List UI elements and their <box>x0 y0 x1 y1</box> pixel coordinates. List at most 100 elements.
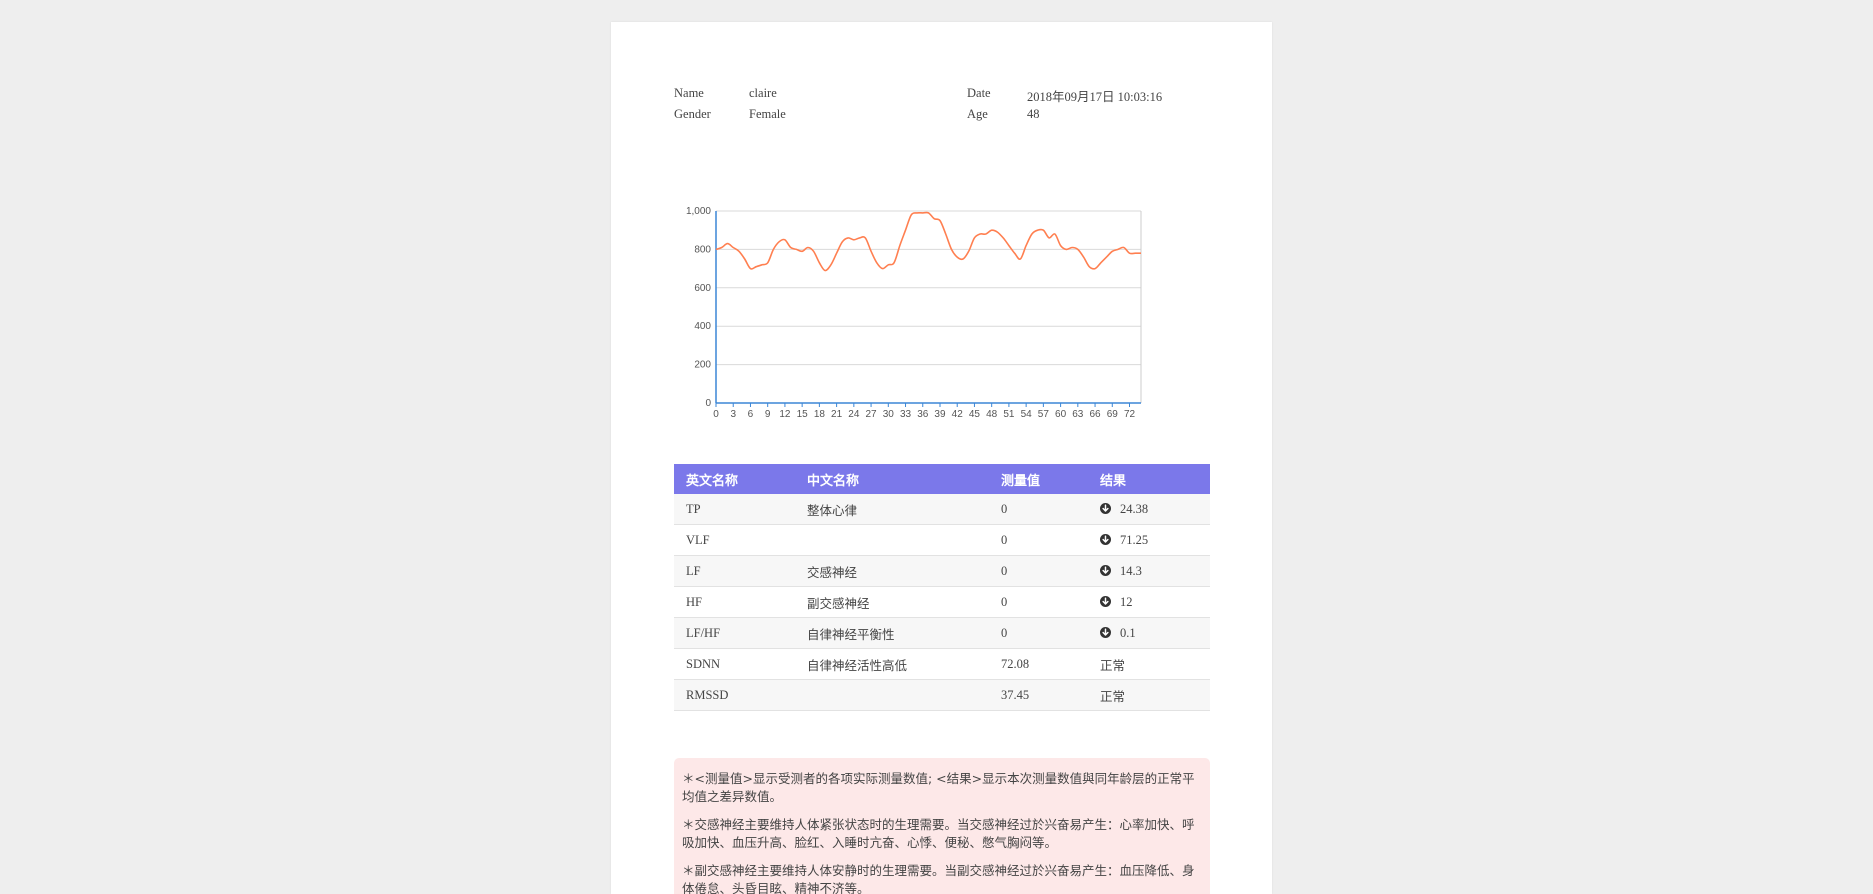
result-text: 正常 <box>1100 658 1126 673</box>
x-tick-label: 9 <box>765 409 771 420</box>
cell-measured-value: 0 <box>989 555 1088 587</box>
cell-measured-value: 0 <box>989 617 1088 649</box>
cell-en-name: SDNN <box>674 648 795 680</box>
note-sympathetic: ＊交感神经主要维持人体紧张状态时的生理需要。当交感神经过於兴奋易产生：心率加快、… <box>682 817 1195 850</box>
cell-result: 正常 <box>1088 679 1210 711</box>
table-row: LF 交感神经 0 14.3 <box>674 555 1210 587</box>
x-tick-label: 57 <box>1038 409 1050 420</box>
x-tick-label: 36 <box>917 409 929 420</box>
header-measured-value: 测量值 <box>989 464 1088 494</box>
arrow-down-circle-icon <box>1100 533 1111 545</box>
y-tick-label: 0 <box>705 398 711 409</box>
x-tick-label: 42 <box>952 409 964 420</box>
table-row: TP 整体心律 0 24.38 <box>674 494 1210 525</box>
arrow-down-circle-icon <box>1100 626 1111 638</box>
cell-result: 14.3 <box>1088 555 1210 587</box>
cell-cn-name <box>795 524 989 556</box>
header-cn-name: 中文名称 <box>795 464 989 494</box>
date-label: Date <box>967 86 991 100</box>
name-value: claire <box>749 86 777 100</box>
results-table: 英文名称 中文名称 测量值 结果 TP 整体心律 0 24.38 VLF 0 71.25 LF… <box>674 464 1210 711</box>
cell-en-name: RMSSD <box>674 679 795 711</box>
cell-result: 12 <box>1088 586 1210 618</box>
cell-measured-value: 37.45 <box>989 679 1088 711</box>
x-tick-label: 30 <box>883 409 895 420</box>
info-row-2: Gender Female Age 48 <box>674 107 1214 128</box>
cell-measured-value: 0 <box>989 586 1088 618</box>
result-text: 0.1 <box>1120 625 1136 640</box>
result-text: 正常 <box>1100 689 1126 704</box>
notes-box: ＊<测量值>显示受测者的各项实际测量数值; <结果>显示本次测量数值與同年龄层的… <box>674 758 1210 894</box>
cell-measured-value: 0 <box>989 524 1088 556</box>
x-tick-label: 60 <box>1055 409 1067 420</box>
table-header-row: 英文名称 中文名称 测量值 结果 <box>674 464 1210 494</box>
table-body: TP 整体心律 0 24.38 VLF 0 71.25 LF 交感神经 0 14.3 HF 副交感神经 0… <box>674 494 1210 711</box>
x-tick-label: 63 <box>1072 409 1084 420</box>
y-tick-label: 200 <box>694 360 711 371</box>
cell-cn-name: 整体心律 <box>795 494 989 525</box>
gender-label: Gender <box>674 107 711 121</box>
x-tick-label: 21 <box>831 409 843 420</box>
cell-result: 正常 <box>1088 648 1210 680</box>
x-tick-label: 18 <box>814 409 826 420</box>
x-tick-label: 15 <box>797 409 809 420</box>
table-row: RMSSD 37.45 正常 <box>674 679 1210 711</box>
hrv-line-chart: 0 200 400 600 800 1,000 0 3 6 9 12 15 18 21 24 27 30 33 36… <box>674 176 1204 436</box>
cell-result: 24.38 <box>1088 494 1210 525</box>
arrow-down-circle-icon <box>1100 564 1111 576</box>
result-text: 12 <box>1120 594 1133 609</box>
report-page: Name claire Date 2018年09月17日 10:03:16 Ge… <box>611 22 1272 894</box>
name-label: Name <box>674 86 704 100</box>
cell-measured-value: 72.08 <box>989 648 1088 680</box>
x-tick-label: 12 <box>779 409 791 420</box>
x-tick-label: 66 <box>1089 409 1101 420</box>
x-tick-label: 24 <box>848 409 860 420</box>
arrow-down-circle-icon <box>1100 502 1111 514</box>
arrow-down-circle-icon <box>1100 595 1111 607</box>
cell-result: 0.1 <box>1088 617 1210 649</box>
result-text: 71.25 <box>1120 532 1149 547</box>
y-tick-label: 1,000 <box>686 206 711 217</box>
table-row: LF/HF 自律神经平衡性 0 0.1 <box>674 617 1210 649</box>
x-tick-label: 0 <box>713 409 719 420</box>
cell-en-name: VLF <box>674 524 795 556</box>
cell-en-name: HF <box>674 586 795 618</box>
info-row-1: Name claire Date 2018年09月17日 10:03:16 <box>674 86 1214 107</box>
x-tick-label: 6 <box>748 409 754 420</box>
patient-info: Name claire Date 2018年09月17日 10:03:16 Ge… <box>674 86 1214 128</box>
cell-measured-value: 0 <box>989 494 1088 525</box>
header-result: 结果 <box>1088 464 1210 494</box>
series-line <box>715 211 1142 272</box>
x-tick-label: 48 <box>986 409 998 420</box>
gender-value: Female <box>749 107 786 121</box>
cell-en-name: LF/HF <box>674 617 795 649</box>
x-tick-label: 39 <box>934 409 946 420</box>
cell-cn-name: 副交感神经 <box>795 586 989 618</box>
x-tick-label: 72 <box>1124 409 1136 420</box>
result-text: 14.3 <box>1120 563 1142 578</box>
cell-cn-name: 交感神经 <box>795 555 989 587</box>
table-row: HF 副交感神经 0 12 <box>674 586 1210 618</box>
x-tick-label: 3 <box>730 409 736 420</box>
cell-cn-name: 自律神经平衡性 <box>795 617 989 649</box>
note-parasympathetic: ＊副交感神经主要维持人体安静时的生理需要。当副交感神经过於兴奋易产生：血压降低、… <box>682 863 1195 894</box>
y-tick-label: 400 <box>694 321 711 332</box>
note-measured-explanation: ＊<测量值>显示受测者的各项实际测量数值; <结果>显示本次测量数值與同年龄层的… <box>682 771 1195 804</box>
chart-svg: 02004006008001,0000 3 6 9 12 15 18 21 24 27 30 33 36… <box>686 206 1142 420</box>
x-tick-label: 69 <box>1107 409 1119 420</box>
x-tick-label: 54 <box>1021 409 1033 420</box>
date-value: 2018年09月17日 10:03:16 <box>1027 90 1163 104</box>
cell-cn-name: 自律神经活性高低 <box>795 648 989 680</box>
x-tick-label: 27 <box>866 409 878 420</box>
x-tick-label: 51 <box>1003 409 1015 420</box>
cell-en-name: LF <box>674 555 795 587</box>
table-row: SDNN 自律神经活性高低 72.08 正常 <box>674 648 1210 680</box>
cell-en-name: TP <box>674 494 795 525</box>
cell-cn-name <box>795 679 989 711</box>
age-value: 48 <box>1027 107 1040 121</box>
x-tick-label: 45 <box>969 409 981 420</box>
y-tick-label: 600 <box>694 283 711 294</box>
x-tick-label: 33 <box>900 409 912 420</box>
result-text: 24.38 <box>1120 501 1149 516</box>
table-row: VLF 0 71.25 <box>674 524 1210 556</box>
